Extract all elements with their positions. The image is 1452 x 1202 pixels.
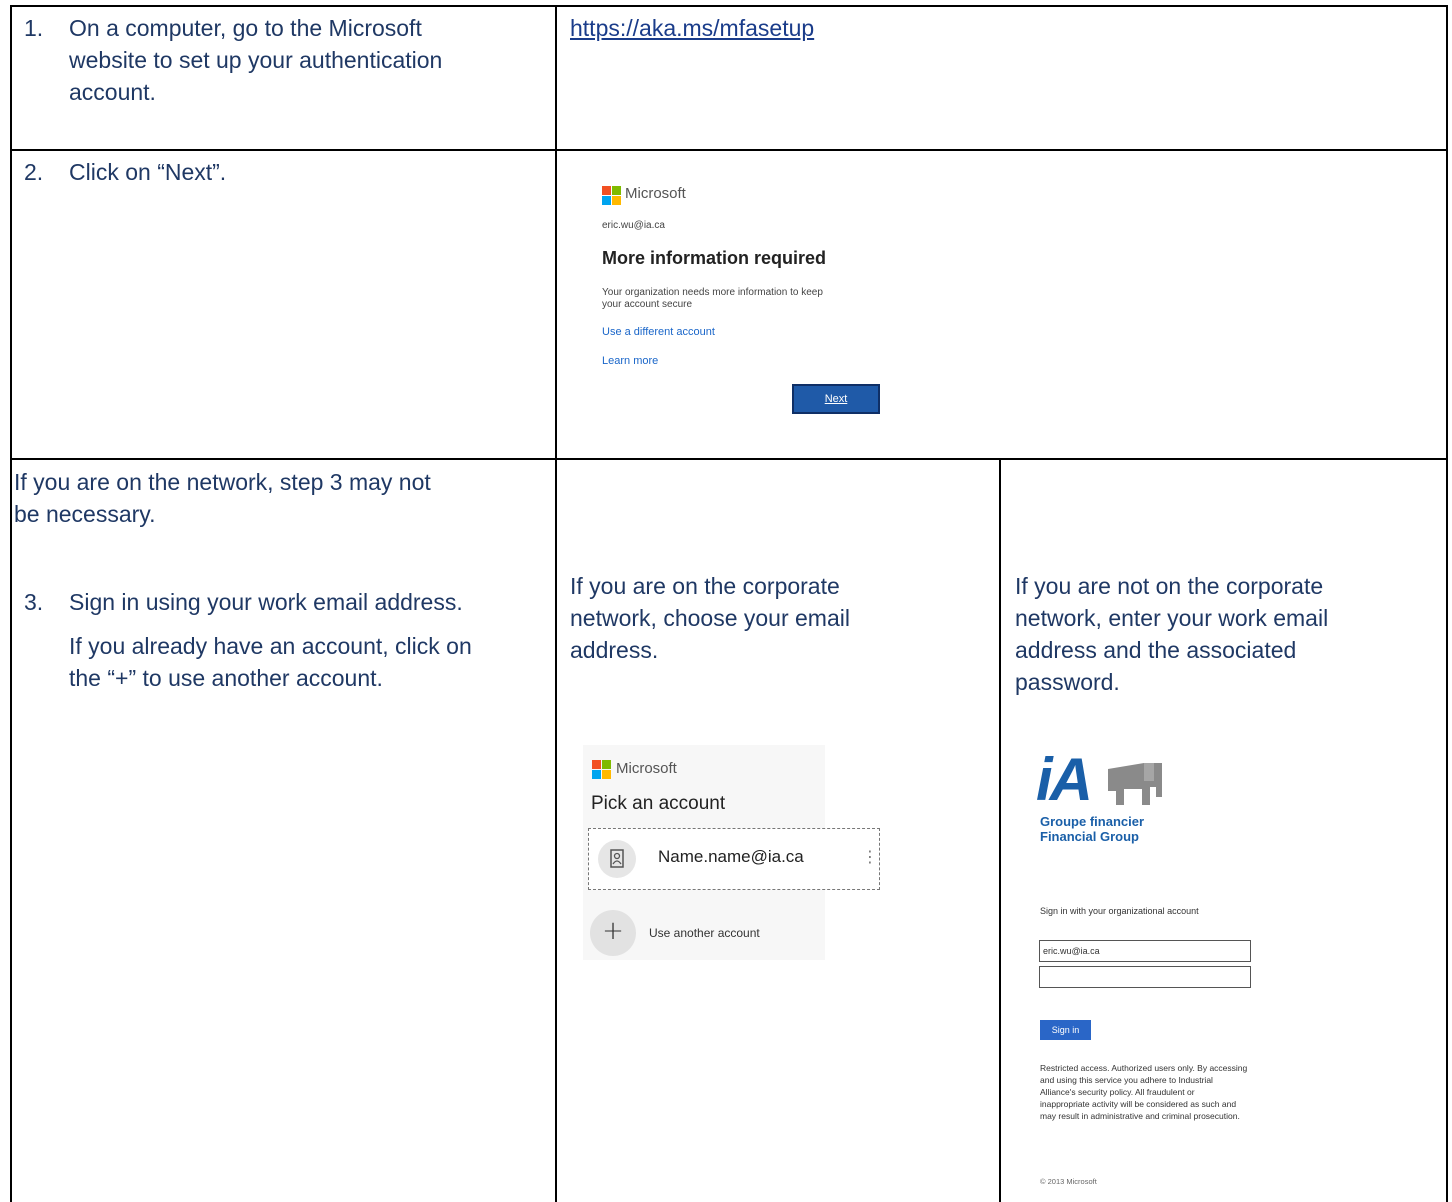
offnetwork-note-line-3: address and the associated [1015, 637, 1297, 663]
pick-brand-label: Microsoft [616, 760, 677, 777]
account-avatar-icon [598, 840, 636, 878]
ia-group-line-2: Financial Group [1040, 829, 1139, 844]
ia-logo: iA [1036, 746, 1166, 815]
row2-bottom-border [10, 458, 1448, 460]
ia-password-field[interactable] [1039, 966, 1251, 988]
step-3-sub-line-1: If you already have an account, click on [69, 633, 472, 659]
network-note-line-1: If you are on the network, step 3 may no… [14, 469, 431, 495]
use-another-account-label[interactable]: Use another account [649, 926, 760, 940]
ia-fine-line-5: may result in administrative and crimina… [1040, 1111, 1240, 1121]
corporate-note-line-1: If you are on the corporate [570, 573, 840, 599]
ia-fine-line-2: and using this service you adhere to Ind… [1040, 1075, 1213, 1085]
step-3-sub-line-2: the “+” to use another account. [69, 665, 383, 691]
table-border-right [1446, 5, 1448, 1202]
network-note-line-2: be necessary. [14, 501, 156, 527]
ms-account-email: eric.wu@ia.ca [602, 220, 665, 231]
corporate-note-line-3: address. [570, 637, 659, 663]
mfa-setup-link[interactable]: https://aka.ms/mfasetup [570, 12, 814, 44]
ia-email-field[interactable]: eric.wu@ia.ca [1039, 940, 1251, 962]
step-1-line-1: On a computer, go to the Microsoft [69, 15, 422, 41]
pick-heading: Pick an account [591, 793, 726, 814]
step-1-number: 1. [24, 15, 44, 41]
corporate-note-line-2: network, choose your email [570, 605, 850, 631]
ms-body-line-2: your account secure [602, 299, 693, 310]
offnetwork-note-line-2: network, enter your work email [1015, 605, 1329, 631]
ia-logo-letters: iA [1036, 746, 1093, 813]
elephant-icon [1108, 763, 1162, 805]
step-3-text: Sign in using your work email address. [69, 589, 463, 615]
ia-signin-prompt: Sign in with your organizational account [1040, 906, 1199, 916]
ia-group-line-1: Groupe financier [1040, 814, 1145, 829]
step-1-line-2: website to set up your authentication [69, 47, 443, 73]
table-border-left [10, 5, 12, 1202]
table-border-top [10, 5, 1448, 7]
account-more-options-icon[interactable]: ⋮ [862, 847, 878, 866]
offnetwork-note-line-4: password. [1015, 669, 1120, 695]
learn-more-link[interactable]: Learn more [602, 355, 658, 367]
ms-brand-label: Microsoft [625, 185, 686, 202]
ia-fine-line-3: Alliance's security policy. All fraudule… [1040, 1087, 1195, 1097]
microsoft-logo-icon [592, 760, 612, 780]
col-divider-2 [999, 459, 1001, 1202]
step-2-text: Click on “Next”. [69, 159, 227, 185]
ia-fine-line-4: inappropriate activity will be considere… [1040, 1099, 1237, 1109]
add-account-icon[interactable]: + [590, 910, 636, 956]
offnetwork-note-line-1: If you are not on the corporate [1015, 573, 1324, 599]
ia-copyright: © 2013 Microsoft [1040, 1177, 1097, 1186]
use-different-account-link[interactable]: Use a different account [602, 326, 715, 338]
step-1-line-3: account. [69, 79, 156, 105]
ia-sign-in-button[interactable]: Sign in [1040, 1020, 1091, 1040]
ia-fine-line-1: Restricted access. Authorized users only… [1040, 1063, 1248, 1073]
next-button[interactable]: Next [792, 384, 880, 414]
ms-body-line-1: Your organization needs more information… [602, 287, 823, 298]
row1-bottom-border [10, 149, 1448, 151]
col-divider-1 [555, 5, 557, 1202]
account-email: Name.name@ia.ca [658, 847, 804, 866]
step-2-number: 2. [24, 159, 44, 185]
microsoft-logo-icon [602, 186, 622, 206]
step-3-number: 3. [24, 589, 44, 615]
ms-heading: More information required [602, 248, 827, 268]
